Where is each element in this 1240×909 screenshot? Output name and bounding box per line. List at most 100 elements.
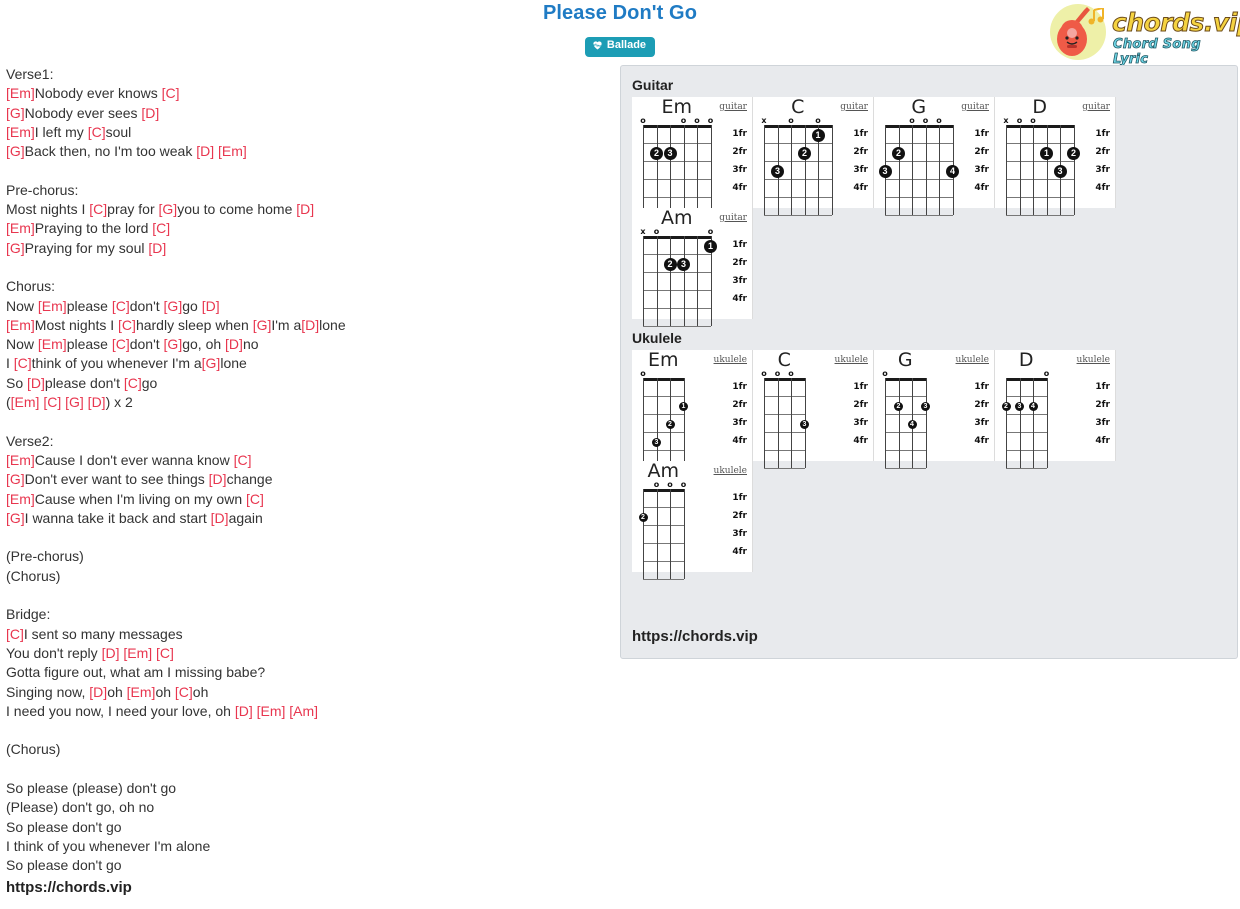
chord-token[interactable]: [Em] [C] [G] [D]: [11, 394, 106, 410]
chord-diagram-em-ukulele[interactable]: Em ukulele o 1 2 3 1fr 2fr 3fr 4fr: [632, 349, 753, 469]
lyric-text: Praying to the lord: [34, 220, 153, 237]
lyric-text: pray for: [107, 201, 159, 218]
chord-token[interactable]: [Em]: [6, 452, 35, 468]
chord-token[interactable]: [D]: [301, 317, 319, 333]
finger-dot: 1: [1040, 146, 1053, 160]
fret-line: [1006, 396, 1047, 397]
lyric-line: Bridge:: [6, 605, 606, 624]
finger-dot: 3: [652, 437, 661, 447]
open-string-marker: o: [653, 227, 660, 236]
open-string-marker: o: [882, 369, 888, 378]
chord-token[interactable]: [Em]: [6, 491, 35, 507]
chord-diagram-am-guitar[interactable]: Am guitar x o o 1 2 3 1fr 2fr 3fr 4fr: [632, 207, 753, 327]
chord-token[interactable]: [D]: [141, 105, 159, 121]
footer-site-url[interactable]: https://chords.vip: [6, 879, 132, 896]
instrument-tag[interactable]: guitar: [719, 102, 747, 112]
chord-token[interactable]: [C]: [175, 684, 193, 700]
chord-token[interactable]: [Em]: [6, 220, 35, 236]
chord-token[interactable]: [G]: [6, 471, 25, 487]
chord-token[interactable]: [D]: [202, 298, 220, 314]
chord-token[interactable]: [D]: [209, 471, 227, 487]
fret-labels: 1fr 2fr 3fr 4fr: [723, 378, 747, 450]
fret-label: 4fr: [732, 183, 747, 193]
fret-label: 1fr: [1095, 382, 1110, 392]
chord-token[interactable]: [Em]: [38, 298, 67, 314]
lyric-text: You don't reply: [6, 644, 102, 661]
fret-label: 3fr: [732, 165, 747, 175]
chord-token[interactable]: [C]: [89, 201, 107, 217]
chord-diagram-d-guitar[interactable]: Dguitar x o o 1 2 3 1fr 2fr 3fr 4fr: [995, 96, 1116, 216]
chord-token[interactable]: [D]: [148, 240, 166, 256]
instrument-tag[interactable]: ukulele: [714, 466, 747, 476]
instrument-tag[interactable]: guitar: [1082, 102, 1110, 112]
chord-diagram-am-ukulele[interactable]: Am ukulele o o o 2 1fr 2fr 3fr 4fr: [632, 460, 753, 580]
fret-labels: 1fr 2fr 3fr 4fr: [844, 125, 868, 197]
chord-diagram-c-ukulele[interactable]: Cukulele o o o 3 1fr 2fr 3fr 4fr: [753, 349, 874, 469]
lyric-line: [G]Don't ever want to see things [D]chan…: [6, 470, 606, 489]
chord-token[interactable]: [D] [Em]: [196, 143, 247, 159]
chord-diagram-g-guitar[interactable]: Gguitar o o o 2 3 4 1fr 2fr 3fr 4fr: [874, 96, 995, 216]
chord-token[interactable]: [Em]: [6, 124, 35, 140]
chord-token[interactable]: [Em]: [6, 85, 35, 101]
chord-token[interactable]: [C]: [234, 452, 252, 468]
lyric-text: Bridge:: [6, 606, 51, 623]
finger-dot: 2: [663, 257, 677, 271]
instrument-tag[interactable]: guitar: [719, 213, 747, 223]
status-badge[interactable]: Ballade: [584, 37, 656, 57]
chord-token[interactable]: [G]: [6, 510, 25, 526]
chord-token[interactable]: [Em]: [127, 684, 156, 700]
lyric-text: Most nights I: [6, 201, 90, 218]
lyric-text: Gotta figure out, what am I missing babe…: [6, 664, 266, 681]
nut: [643, 125, 711, 128]
open-string-marker: o: [788, 369, 794, 378]
chord-diagram-em-guitar[interactable]: Em guitar o o o o 2 3 1fr 2fr 3fr 4fr: [632, 96, 753, 216]
chord-token[interactable]: [G]: [202, 355, 221, 371]
chord-token[interactable]: [D]: [27, 375, 45, 391]
chord-token[interactable]: [G]: [6, 143, 25, 159]
instrument-tag[interactable]: guitar: [840, 102, 868, 112]
fret-label: 3fr: [1095, 165, 1110, 175]
lyric-line: You don't reply [D] [Em] [C]: [6, 644, 606, 663]
chord-token[interactable]: [D]: [225, 336, 243, 352]
fret-labels: 1fr 2fr 3fr 4fr: [965, 378, 989, 450]
chord-token[interactable]: [D]: [89, 684, 107, 700]
chord-diagram-c-guitar[interactable]: Cguitar x o o 1 2 3 1fr 2fr 3fr 4fr: [753, 96, 874, 216]
chord-token[interactable]: [C]: [152, 220, 170, 236]
lyric-text: lone: [319, 316, 346, 333]
chord-token[interactable]: [G]: [6, 105, 25, 121]
chord-token[interactable]: [G]: [253, 317, 272, 333]
chord-token[interactable]: [C]: [88, 124, 106, 140]
chord-token[interactable]: [C]: [14, 355, 32, 371]
chord-token[interactable]: [C]: [112, 336, 130, 352]
site-logo[interactable]: chords.vip Chord Song Lyric: [1040, 0, 1240, 67]
chord-token[interactable]: [G]: [164, 298, 183, 314]
chord-token[interactable]: [C]: [124, 375, 142, 391]
chord-token[interactable]: [D]: [211, 510, 229, 526]
fret-line: [885, 197, 953, 198]
chord-token[interactable]: [Em]: [6, 317, 35, 333]
finger-dot: 2: [1067, 146, 1080, 160]
lyric-line: ([Em] [C] [G] [D]) x 2: [6, 393, 606, 412]
chord-token[interactable]: [G]: [6, 240, 25, 256]
chord-token[interactable]: [D] [Em] [C]: [102, 645, 174, 661]
panel-site-url[interactable]: https://chords.vip: [632, 628, 758, 645]
chord-name: C: [791, 96, 805, 118]
fret-label: 2fr: [732, 400, 747, 410]
chord-token[interactable]: [C]: [162, 85, 180, 101]
chord-token[interactable]: [C]: [112, 298, 130, 314]
chord-token[interactable]: [C]: [246, 491, 264, 507]
chord-token[interactable]: [G]: [164, 336, 183, 352]
chord-token[interactable]: [Em]: [38, 336, 67, 352]
lyric-text: don't: [129, 336, 164, 353]
chord-diagram-g-ukulele[interactable]: Gukulele o 2 3 4 1fr 2fr 3fr 4fr: [874, 349, 995, 469]
chord-diagram-d-ukulele[interactable]: Dukulele o 2 3 4 1fr 2fr 3fr 4fr: [995, 349, 1116, 469]
chord-token[interactable]: [D] [Em] [Am]: [235, 703, 318, 719]
chord-token[interactable]: [C]: [6, 626, 24, 642]
instrument-tag[interactable]: guitar: [961, 102, 989, 112]
instrument-tag[interactable]: ukulele: [1077, 355, 1110, 365]
lyric-text: go: [141, 374, 158, 391]
chord-token[interactable]: [D]: [296, 201, 314, 217]
chord-token[interactable]: [C]: [118, 317, 136, 333]
chord-token[interactable]: [G]: [159, 201, 178, 217]
fret-line: [643, 579, 684, 580]
